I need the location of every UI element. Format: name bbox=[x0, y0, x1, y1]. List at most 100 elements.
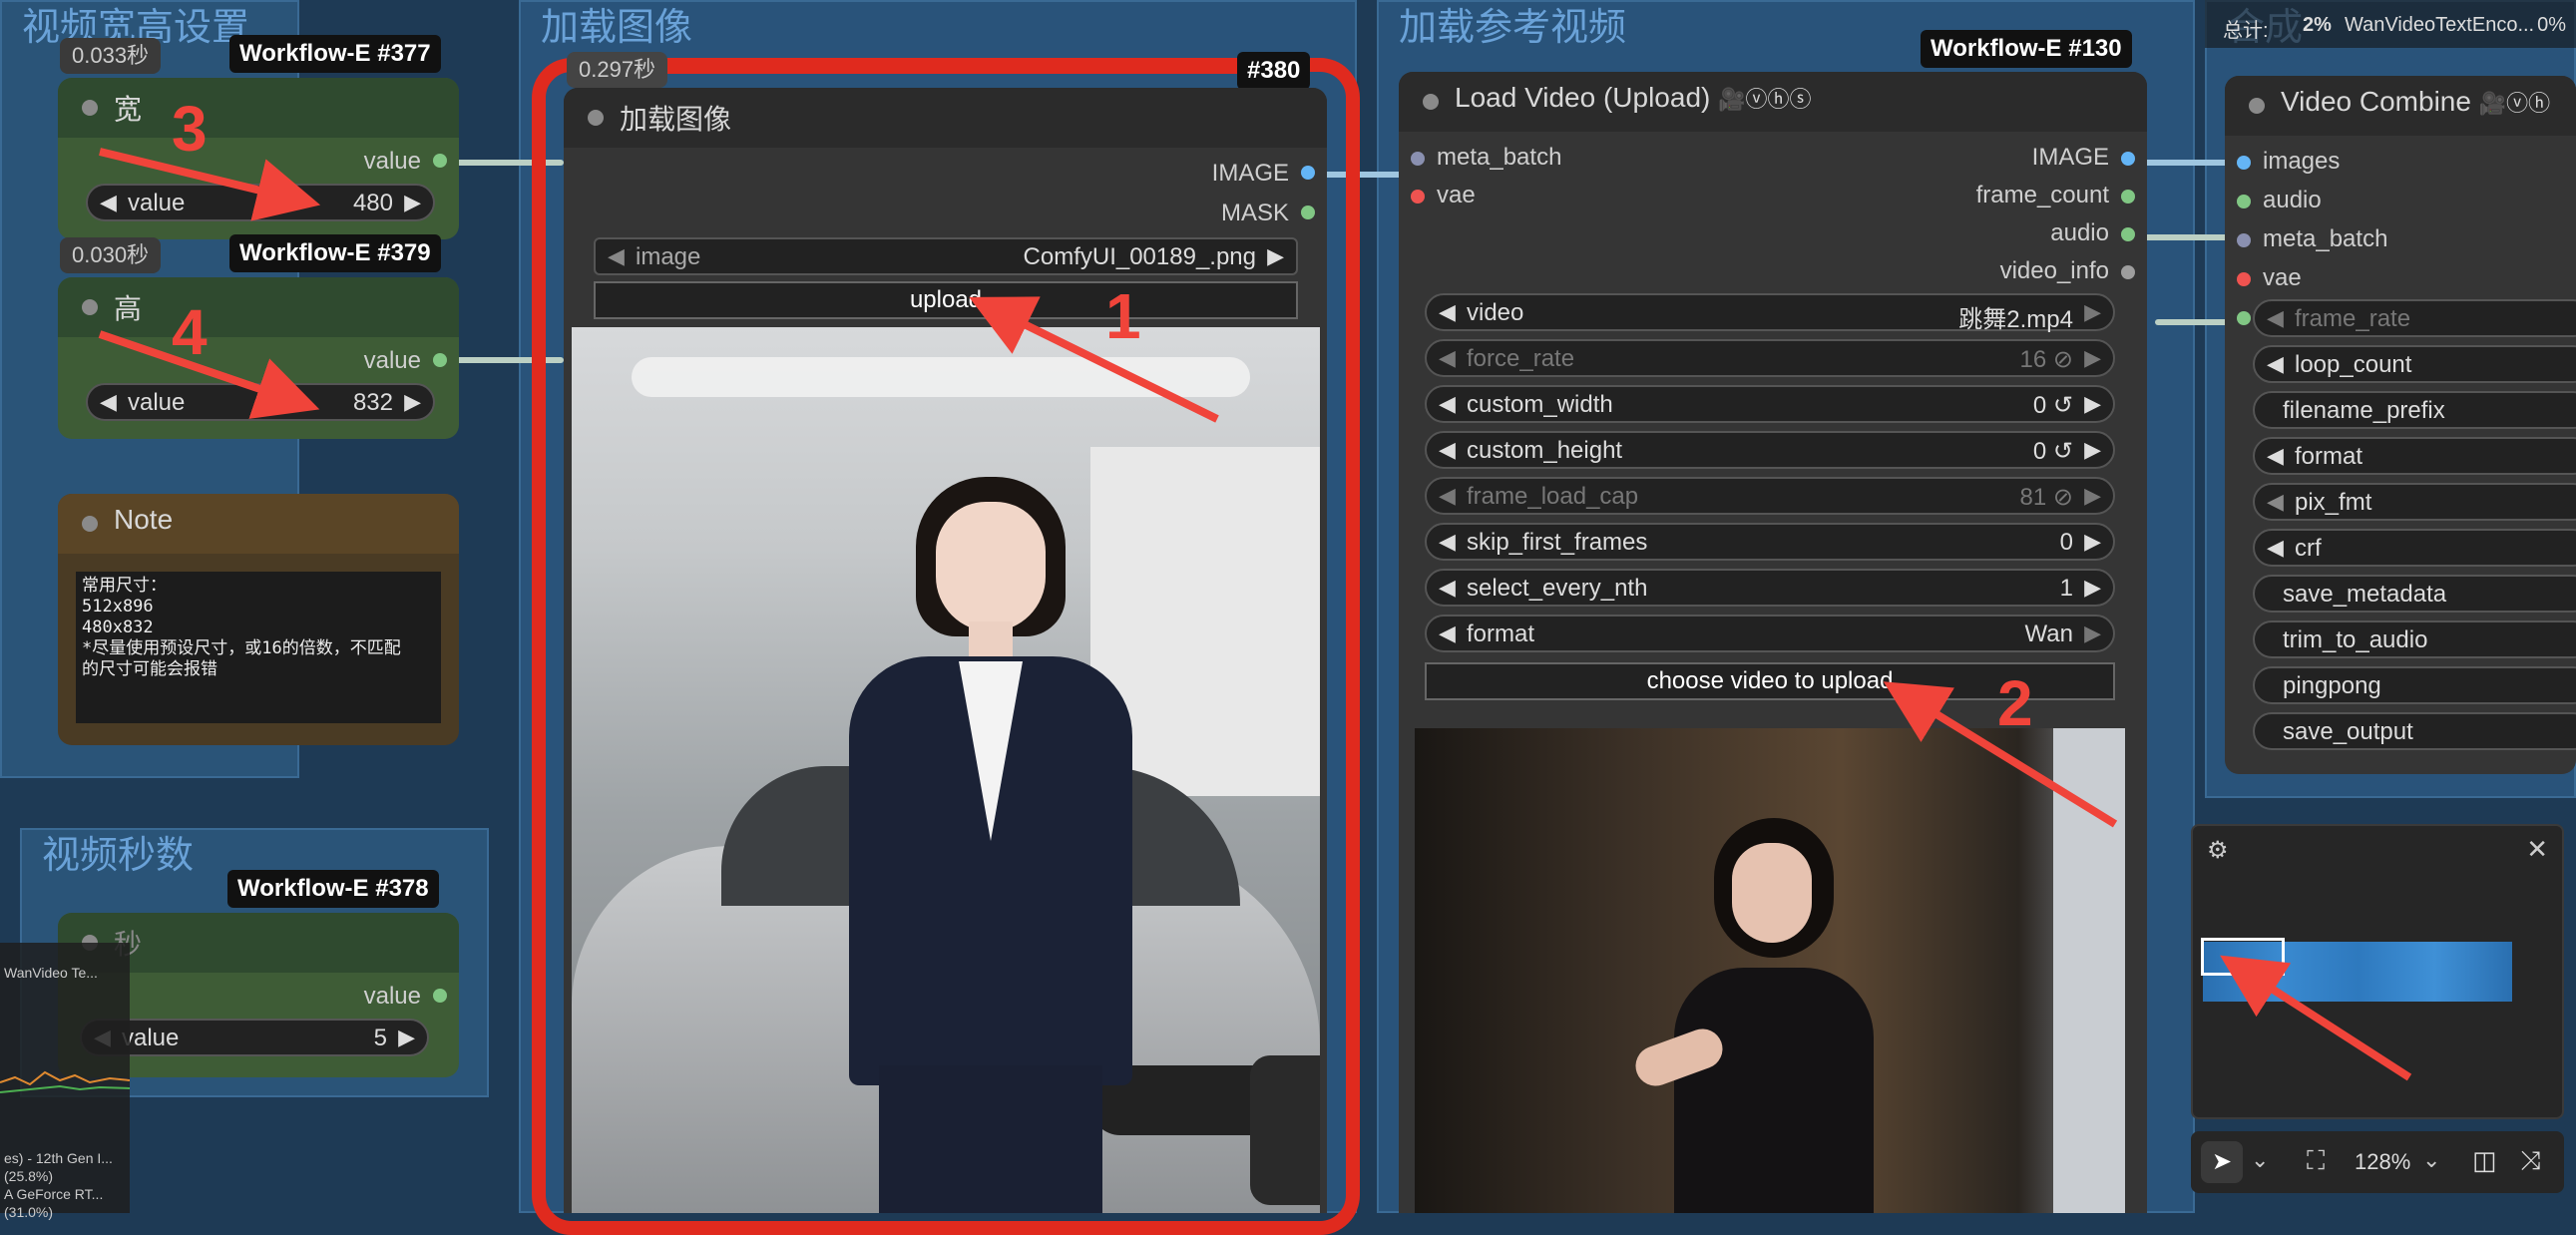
decrement-icon[interactable]: ◀ bbox=[1439, 529, 1456, 555]
decrement-icon[interactable]: ◀ bbox=[100, 190, 117, 215]
audio-in-port[interactable] bbox=[2237, 195, 2251, 208]
collapse-dot[interactable] bbox=[82, 100, 98, 116]
decrement-icon[interactable]: ◀ bbox=[2267, 535, 2284, 561]
increment-icon[interactable]: ▶ bbox=[404, 389, 421, 415]
meta-batch-in-port[interactable] bbox=[2237, 233, 2251, 247]
audio-out-port[interactable] bbox=[2121, 227, 2135, 241]
note-textarea[interactable]: 常用尺寸： 512x896 480x832 *尽量使用预设尺寸，或16的倍数，不… bbox=[76, 572, 441, 723]
decrement-icon[interactable]: ◀ bbox=[1439, 437, 1456, 463]
decrement-icon[interactable]: ◀ bbox=[1439, 391, 1456, 417]
height-node[interactable]: 高 value ◀ value 832 ▶ bbox=[58, 277, 459, 439]
trim-to-audio-toggle[interactable]: trim_to_audio bbox=[2253, 620, 2576, 658]
increment-icon[interactable]: ▶ bbox=[2084, 345, 2101, 371]
pingpong-toggle[interactable]: pingpong bbox=[2253, 666, 2576, 704]
group-title-load-image: 加载图像 bbox=[541, 7, 693, 49]
minimap-viewport[interactable] bbox=[2201, 938, 2285, 976]
mask-out-port[interactable] bbox=[1301, 206, 1315, 219]
prev-icon[interactable]: ◀ bbox=[2267, 489, 2284, 515]
minimap-settings-icon[interactable]: ⚙ bbox=[2207, 836, 2229, 865]
filename-prefix-widget[interactable]: filename_prefix bbox=[2253, 391, 2576, 429]
decrement-icon[interactable]: ◀ bbox=[2267, 305, 2284, 331]
meta-batch-in-port[interactable] bbox=[1411, 152, 1425, 166]
vae-in-port[interactable] bbox=[1411, 190, 1425, 204]
loop-count-widget[interactable]: ◀ loop_count bbox=[2253, 345, 2576, 383]
collapse-dot[interactable] bbox=[588, 110, 604, 126]
increment-icon[interactable]: ▶ bbox=[404, 190, 421, 215]
zoom-level[interactable]: 128% bbox=[2355, 1149, 2410, 1175]
frame-load-cap-widget[interactable]: ◀ frame_load_cap 81 ⊘ ▶ bbox=[1425, 477, 2115, 515]
height-widget-value: 832 bbox=[352, 389, 393, 416]
minimap-close-icon[interactable]: ✕ bbox=[2526, 834, 2548, 865]
prev-icon[interactable]: ◀ bbox=[1439, 620, 1456, 646]
skip-first-frames-widget[interactable]: ◀ skip_first_frames 0 ▶ bbox=[1425, 523, 2115, 561]
widget-name: select_every_nth bbox=[1467, 575, 1648, 602]
load-video-node[interactable]: Load Video (Upload) 🎥ⓥⓗⓢ meta_batch vae … bbox=[1399, 72, 2147, 1213]
height-value-widget[interactable]: ◀ value 832 ▶ bbox=[86, 383, 435, 421]
load-image-node[interactable]: 加载图像 IMAGE MASK ◀ image ComfyUI_00189_.p… bbox=[564, 88, 1327, 1213]
format-combo[interactable]: ◀ format Wan ▶ bbox=[1425, 615, 2115, 652]
vae-in-port[interactable] bbox=[2237, 272, 2251, 286]
image-out-port[interactable] bbox=[1301, 166, 1315, 180]
video-combine-node[interactable]: Video Combine 🎥ⓥⓗ images audio meta_batc… bbox=[2225, 76, 2576, 774]
increment-icon[interactable]: ▶ bbox=[2084, 437, 2101, 463]
prev-icon[interactable]: ◀ bbox=[2267, 443, 2284, 469]
increment-icon[interactable]: ▶ bbox=[398, 1025, 415, 1050]
decrement-icon[interactable]: ◀ bbox=[1439, 483, 1456, 509]
width-out-port[interactable] bbox=[433, 154, 447, 168]
sec-value-widget[interactable]: ◀ value 5 ▶ bbox=[80, 1019, 429, 1056]
save-metadata-toggle[interactable]: save_metadata bbox=[2253, 575, 2576, 613]
prev-icon[interactable]: ◀ bbox=[1439, 299, 1456, 325]
frame-count-out-port[interactable] bbox=[2121, 190, 2135, 204]
audio-out-label: audio bbox=[2050, 219, 2109, 246]
link-visibility-icon[interactable]: ⤨ bbox=[2520, 1145, 2541, 1177]
increment-icon[interactable]: ▶ bbox=[2084, 391, 2101, 417]
select-tool-icon[interactable]: ➤ bbox=[2201, 1141, 2243, 1183]
image-widget-name: image bbox=[636, 243, 701, 270]
next-icon[interactable]: ▶ bbox=[2084, 299, 2101, 325]
select-every-nth-widget[interactable]: ◀ select_every_nth 1 ▶ bbox=[1425, 569, 2115, 607]
decrement-icon[interactable]: ◀ bbox=[100, 389, 117, 415]
fit-view-icon[interactable]: ⛶ bbox=[2307, 1145, 2325, 1177]
format-widget[interactable]: ◀ format bbox=[2253, 437, 2576, 475]
image-out-port[interactable] bbox=[2121, 152, 2135, 166]
increment-icon[interactable]: ▶ bbox=[2084, 529, 2101, 555]
next-icon[interactable]: ▶ bbox=[1267, 243, 1284, 269]
images-in-port[interactable] bbox=[2237, 156, 2251, 170]
custom-width-widget[interactable]: ◀ custom_width 0 ↺ ▶ bbox=[1425, 385, 2115, 423]
decrement-icon[interactable]: ◀ bbox=[2267, 351, 2284, 377]
video-combo[interactable]: ◀ video 跳舞2.mp4 ▶ bbox=[1425, 293, 2115, 333]
width-node[interactable]: 宽 value ◀ value 480 ▶ bbox=[58, 78, 459, 239]
note-node[interactable]: Note 常用尺寸： 512x896 480x832 *尽量使用预设尺寸，或16… bbox=[58, 494, 459, 745]
increment-icon[interactable]: ▶ bbox=[2084, 483, 2101, 509]
collapse-dot[interactable] bbox=[1423, 94, 1439, 110]
save-output-toggle[interactable]: save_output bbox=[2253, 712, 2576, 750]
height-node-title: 高 bbox=[114, 293, 143, 324]
decrement-icon[interactable]: ◀ bbox=[1439, 345, 1456, 371]
crf-widget[interactable]: ◀ crf bbox=[2253, 529, 2576, 567]
zoom-dropdown-icon[interactable]: ⌄ bbox=[2422, 1147, 2440, 1173]
minimap-toggle-icon[interactable]: ◫ bbox=[2472, 1145, 2497, 1176]
sec-out-port[interactable] bbox=[433, 989, 447, 1003]
frame-rate-widget[interactable]: ◀ frame_rate bbox=[2253, 299, 2576, 337]
pix-fmt-widget[interactable]: ◀ pix_fmt bbox=[2253, 483, 2576, 521]
width-value-widget[interactable]: ◀ value 480 ▶ bbox=[86, 184, 435, 221]
increment-icon[interactable]: ▶ bbox=[2084, 575, 2101, 601]
collapse-dot[interactable] bbox=[82, 516, 98, 532]
upload-button[interactable]: upload bbox=[594, 281, 1298, 319]
collapse-dot[interactable] bbox=[82, 299, 98, 315]
height-out-port[interactable] bbox=[433, 353, 447, 367]
minimap-panel[interactable]: ⚙ ✕ bbox=[2191, 824, 2564, 1119]
side-status-panel: WanVideo Te... es) - 12th Gen I... (25.8… bbox=[0, 943, 130, 1220]
next-icon[interactable]: ▶ bbox=[2084, 620, 2101, 646]
video-info-out-port[interactable] bbox=[2121, 265, 2135, 279]
mask-out-label: MASK bbox=[1220, 200, 1289, 226]
frame-rate-in-port[interactable] bbox=[2237, 311, 2251, 325]
decrement-icon[interactable]: ◀ bbox=[1439, 575, 1456, 601]
prev-icon[interactable]: ◀ bbox=[608, 243, 625, 269]
image-file-combo[interactable]: ◀ image ComfyUI_00189_.png ▶ bbox=[594, 237, 1298, 275]
force-rate-widget[interactable]: ◀ force_rate 16 ⊘ ▶ bbox=[1425, 339, 2115, 377]
custom-height-widget[interactable]: ◀ custom_height 0 ↺ ▶ bbox=[1425, 431, 2115, 469]
tool-dropdown-icon[interactable]: ⌄ bbox=[2251, 1147, 2269, 1173]
collapse-dot[interactable] bbox=[2249, 98, 2265, 114]
load-video-badge-id: #130 bbox=[2068, 35, 2122, 62]
